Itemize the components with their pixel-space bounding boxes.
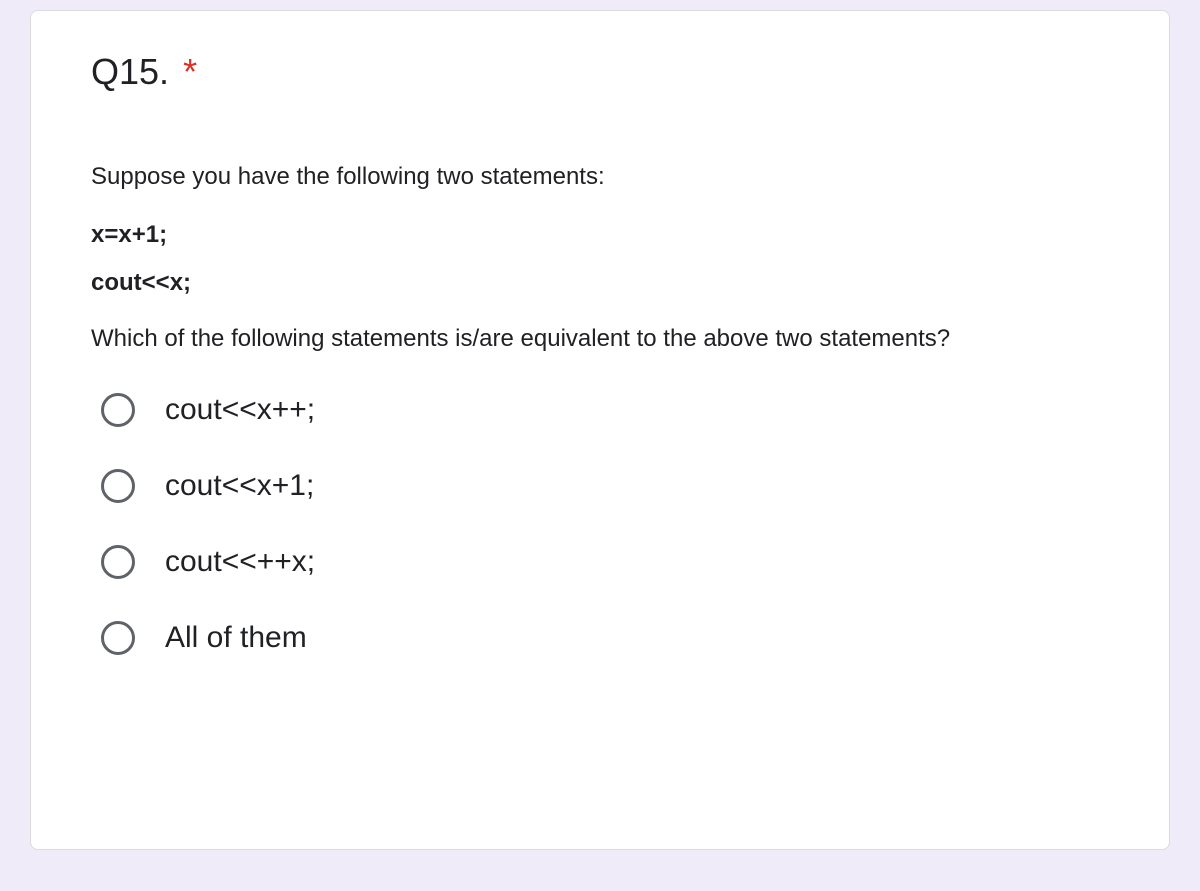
option-4[interactable]: All of them [101,621,1109,655]
option-3[interactable]: cout<<++x; [101,545,1109,579]
option-2[interactable]: cout<<x+1; [101,469,1109,503]
code-line-2: cout<<x; [91,269,1109,297]
option-1[interactable]: cout<<x++; [101,393,1109,427]
option-3-label: cout<<++x; [165,545,315,579]
options-group: cout<<x++; cout<<x+1; cout<<++x; All of … [91,393,1109,655]
option-4-label: All of them [165,621,307,655]
radio-icon [101,621,135,655]
radio-icon [101,545,135,579]
prompt-intro: Suppose you have the following two state… [91,163,1109,191]
question-card: Q15. * Suppose you have the following tw… [30,10,1170,850]
radio-icon [101,393,135,427]
code-line-1: x=x+1; [91,221,1109,249]
prompt-question: Which of the following statements is/are… [91,325,1109,353]
question-number: Q15. [91,51,169,92]
required-asterisk: * [183,51,197,92]
option-2-label: cout<<x+1; [165,469,314,503]
question-title: Q15. * [91,51,1109,93]
option-1-label: cout<<x++; [165,393,315,427]
radio-icon [101,469,135,503]
